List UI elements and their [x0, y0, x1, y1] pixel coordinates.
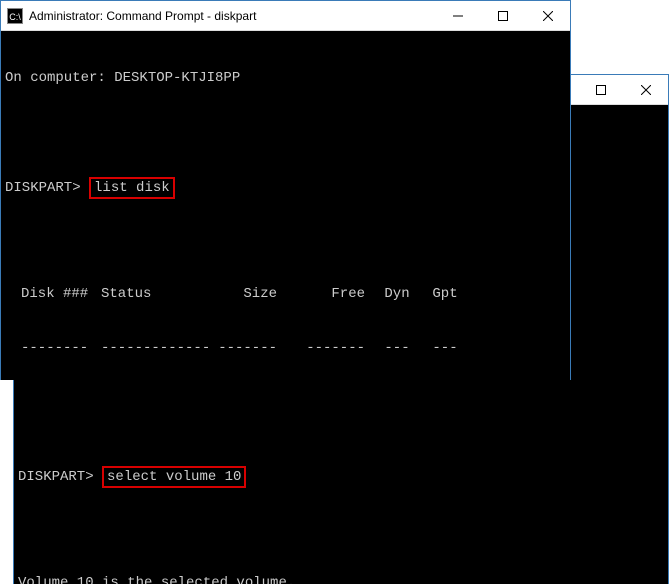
prompt: DISKPART> [18, 469, 94, 485]
terminal-body-front[interactable]: On computer: DESKTOP-KTJI8PP DISKPART> l… [1, 31, 570, 380]
cmd-select-volume: select volume 10 [102, 466, 246, 488]
close-icon [543, 11, 553, 21]
selected-volume-msg: Volume 10 is the selected volume. [18, 574, 664, 584]
maximize-icon [596, 85, 606, 95]
cmd-list-disk: list disk [89, 177, 175, 199]
disk-divider: ----------------------------------------… [5, 339, 566, 357]
minimize-icon [453, 11, 463, 21]
window-controls-front [435, 1, 570, 30]
maximize-icon [498, 11, 508, 21]
close-button[interactable] [623, 75, 668, 104]
close-icon [641, 85, 651, 95]
computer-line: On computer: DESKTOP-KTJI8PP [5, 69, 566, 87]
cmd-icon: C:\ [7, 8, 23, 24]
titlebar-front[interactable]: C:\ Administrator: Command Prompt - disk… [1, 1, 570, 31]
minimize-button[interactable] [435, 1, 480, 30]
prompt: DISKPART> [5, 180, 81, 196]
maximize-button[interactable] [480, 1, 525, 30]
close-button[interactable] [525, 1, 570, 30]
cmd-window-front: C:\ Administrator: Command Prompt - disk… [0, 0, 571, 380]
window-title-front: Administrator: Command Prompt - diskpart [29, 9, 435, 23]
disk-header: Disk ###StatusSizeFreeDynGpt [5, 285, 566, 303]
maximize-button[interactable] [578, 75, 623, 104]
